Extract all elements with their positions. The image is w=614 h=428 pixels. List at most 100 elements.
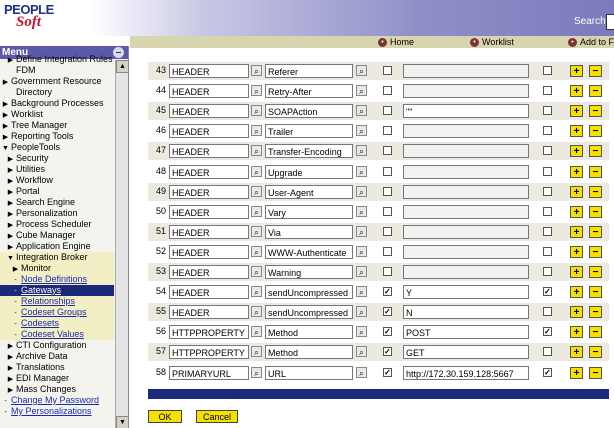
add-row-button[interactable]: + bbox=[570, 306, 583, 319]
menu-item-link[interactable]: Change My Password bbox=[11, 395, 99, 405]
menu-item-link[interactable]: My Personalizations bbox=[11, 406, 92, 416]
menu-item[interactable]: ▶ Translations bbox=[0, 362, 114, 373]
password-checkbox[interactable] bbox=[543, 186, 552, 196]
value-field[interactable] bbox=[403, 124, 529, 139]
menu-item-link[interactable]: Codeset Values bbox=[21, 329, 84, 339]
menu-item[interactable]: ▶ Background Processes bbox=[0, 98, 114, 109]
menu-item[interactable]: - Node Definitions bbox=[0, 274, 114, 285]
nav-link-worklist[interactable]: • Worklist bbox=[470, 37, 514, 47]
add-row-button[interactable]: + bbox=[570, 225, 583, 238]
menu-item[interactable]: ▶ Cube Manager bbox=[0, 230, 114, 241]
type-field[interactable]: HEADER bbox=[169, 184, 249, 199]
type-lookup-icon[interactable]: ⌕ bbox=[251, 105, 262, 117]
property-name-field[interactable]: Via bbox=[265, 224, 353, 239]
scroll-down-icon[interactable]: ▼ bbox=[116, 416, 128, 428]
menu-item[interactable]: - Codeset Values bbox=[0, 329, 114, 340]
password-checkbox[interactable] bbox=[543, 226, 552, 236]
peoplesoft-logo[interactable]: PEOPLE Soft bbox=[4, 2, 60, 32]
value-field[interactable]: GET bbox=[403, 345, 529, 360]
type-lookup-icon[interactable]: ⌕ bbox=[251, 326, 262, 338]
password-checkbox[interactable] bbox=[543, 267, 552, 276]
property-name-field[interactable]: Vary bbox=[265, 204, 353, 219]
type-lookup-icon[interactable]: ⌕ bbox=[251, 165, 262, 177]
required-checkbox[interactable] bbox=[383, 86, 392, 96]
required-checkbox[interactable] bbox=[383, 166, 392, 176]
type-field[interactable]: HEADER bbox=[169, 224, 249, 239]
delete-row-button[interactable]: − bbox=[589, 205, 602, 218]
required-checkbox[interactable] bbox=[383, 106, 392, 116]
property-name-field[interactable]: Transfer-Encoding bbox=[265, 144, 353, 159]
add-row-button[interactable]: + bbox=[570, 245, 583, 258]
menu-item[interactable]: ▶ Utilities bbox=[0, 164, 114, 175]
type-lookup-icon[interactable]: ⌕ bbox=[251, 266, 262, 277]
add-row-button[interactable]: + bbox=[570, 326, 583, 339]
delete-row-button[interactable]: − bbox=[589, 145, 602, 158]
property-name-field[interactable]: SOAPAction bbox=[265, 104, 353, 119]
password-checkbox[interactable] bbox=[543, 246, 552, 256]
value-field[interactable]: Y bbox=[403, 285, 529, 300]
menu-item[interactable]: ▶ Portal bbox=[0, 186, 114, 197]
password-checkbox[interactable]: ✓ bbox=[543, 327, 552, 337]
password-checkbox[interactable]: ✓ bbox=[543, 287, 552, 297]
menu-item[interactable]: ▶ Archive Data bbox=[0, 351, 114, 362]
delete-row-button[interactable]: − bbox=[589, 165, 602, 178]
value-field[interactable]: N bbox=[403, 305, 529, 320]
menu-item[interactable]: ▶ Workflow bbox=[0, 175, 114, 186]
property-name-field[interactable]: sendUncompressed bbox=[265, 285, 353, 300]
menu-item[interactable]: ▼ Integration Broker bbox=[0, 252, 114, 263]
type-lookup-icon[interactable]: ⌕ bbox=[251, 306, 262, 318]
menu-item[interactable]: ▶ EDI Manager bbox=[0, 373, 114, 384]
value-field[interactable] bbox=[403, 204, 529, 219]
name-lookup-icon[interactable]: ⌕ bbox=[356, 65, 367, 76]
menu-item[interactable]: - Gateways bbox=[0, 285, 114, 296]
type-field[interactable]: PRIMARYURL bbox=[169, 365, 249, 380]
value-field[interactable]: http://172.30.159.128:5667 bbox=[403, 365, 529, 380]
type-field[interactable]: HEADER bbox=[169, 124, 249, 139]
delete-row-button[interactable]: − bbox=[589, 85, 602, 98]
add-row-button[interactable]: + bbox=[570, 145, 583, 158]
menu-item[interactable]: Directory bbox=[0, 87, 114, 98]
password-checkbox[interactable] bbox=[543, 347, 552, 357]
delete-row-button[interactable]: − bbox=[589, 346, 602, 359]
required-checkbox[interactable] bbox=[383, 206, 392, 216]
property-name-field[interactable]: Warning bbox=[265, 265, 353, 279]
name-lookup-icon[interactable]: ⌕ bbox=[356, 165, 367, 177]
property-name-field[interactable]: Referer bbox=[265, 64, 353, 78]
property-name-field[interactable]: Upgrade bbox=[265, 164, 353, 179]
name-lookup-icon[interactable]: ⌕ bbox=[356, 185, 367, 197]
menu-item[interactable]: ▶ Worklist bbox=[0, 109, 114, 120]
type-field[interactable]: HEADER bbox=[169, 204, 249, 219]
password-checkbox[interactable] bbox=[543, 66, 552, 75]
type-field[interactable]: HEADER bbox=[169, 84, 249, 99]
password-checkbox[interactable] bbox=[543, 126, 552, 136]
delete-row-button[interactable]: − bbox=[589, 326, 602, 339]
name-lookup-icon[interactable]: ⌕ bbox=[356, 225, 367, 237]
menu-item[interactable]: ▶ Reporting Tools bbox=[0, 131, 114, 142]
menu-scrollbar[interactable]: ▲ ▼ bbox=[115, 60, 128, 428]
required-checkbox[interactable] bbox=[383, 267, 392, 276]
type-lookup-icon[interactable]: ⌕ bbox=[251, 346, 262, 358]
menu-item-link[interactable]: Relationships bbox=[21, 296, 75, 306]
value-field[interactable] bbox=[403, 224, 529, 239]
property-name-field[interactable]: URL bbox=[265, 365, 353, 380]
menu-item-link[interactable]: Codeset Groups bbox=[21, 307, 87, 317]
type-lookup-icon[interactable]: ⌕ bbox=[251, 125, 262, 137]
value-field[interactable] bbox=[403, 184, 529, 199]
menu-item[interactable]: ▶ Security bbox=[0, 153, 114, 164]
search-input[interactable] bbox=[606, 14, 614, 30]
menu-item-link[interactable]: Codesets bbox=[21, 318, 59, 328]
password-checkbox[interactable]: ✓ bbox=[543, 367, 552, 377]
menu-item[interactable]: ▶ CTI Configuration bbox=[0, 340, 114, 351]
property-name-field[interactable]: Retry-After bbox=[265, 84, 353, 99]
add-row-button[interactable]: + bbox=[570, 165, 583, 178]
add-row-button[interactable]: + bbox=[570, 286, 583, 299]
nav-link-home[interactable]: • Home bbox=[378, 37, 414, 47]
type-lookup-icon[interactable]: ⌕ bbox=[251, 85, 262, 97]
property-name-field[interactable]: sendUncompressed bbox=[265, 305, 353, 320]
menu-item-link[interactable]: Node Definitions bbox=[21, 274, 87, 284]
value-field[interactable]: "" bbox=[403, 104, 529, 119]
password-checkbox[interactable] bbox=[543, 146, 552, 156]
type-field[interactable]: HEADER bbox=[169, 164, 249, 179]
type-lookup-icon[interactable]: ⌕ bbox=[251, 286, 262, 298]
menu-item[interactable]: ▶ Personalization bbox=[0, 208, 114, 219]
